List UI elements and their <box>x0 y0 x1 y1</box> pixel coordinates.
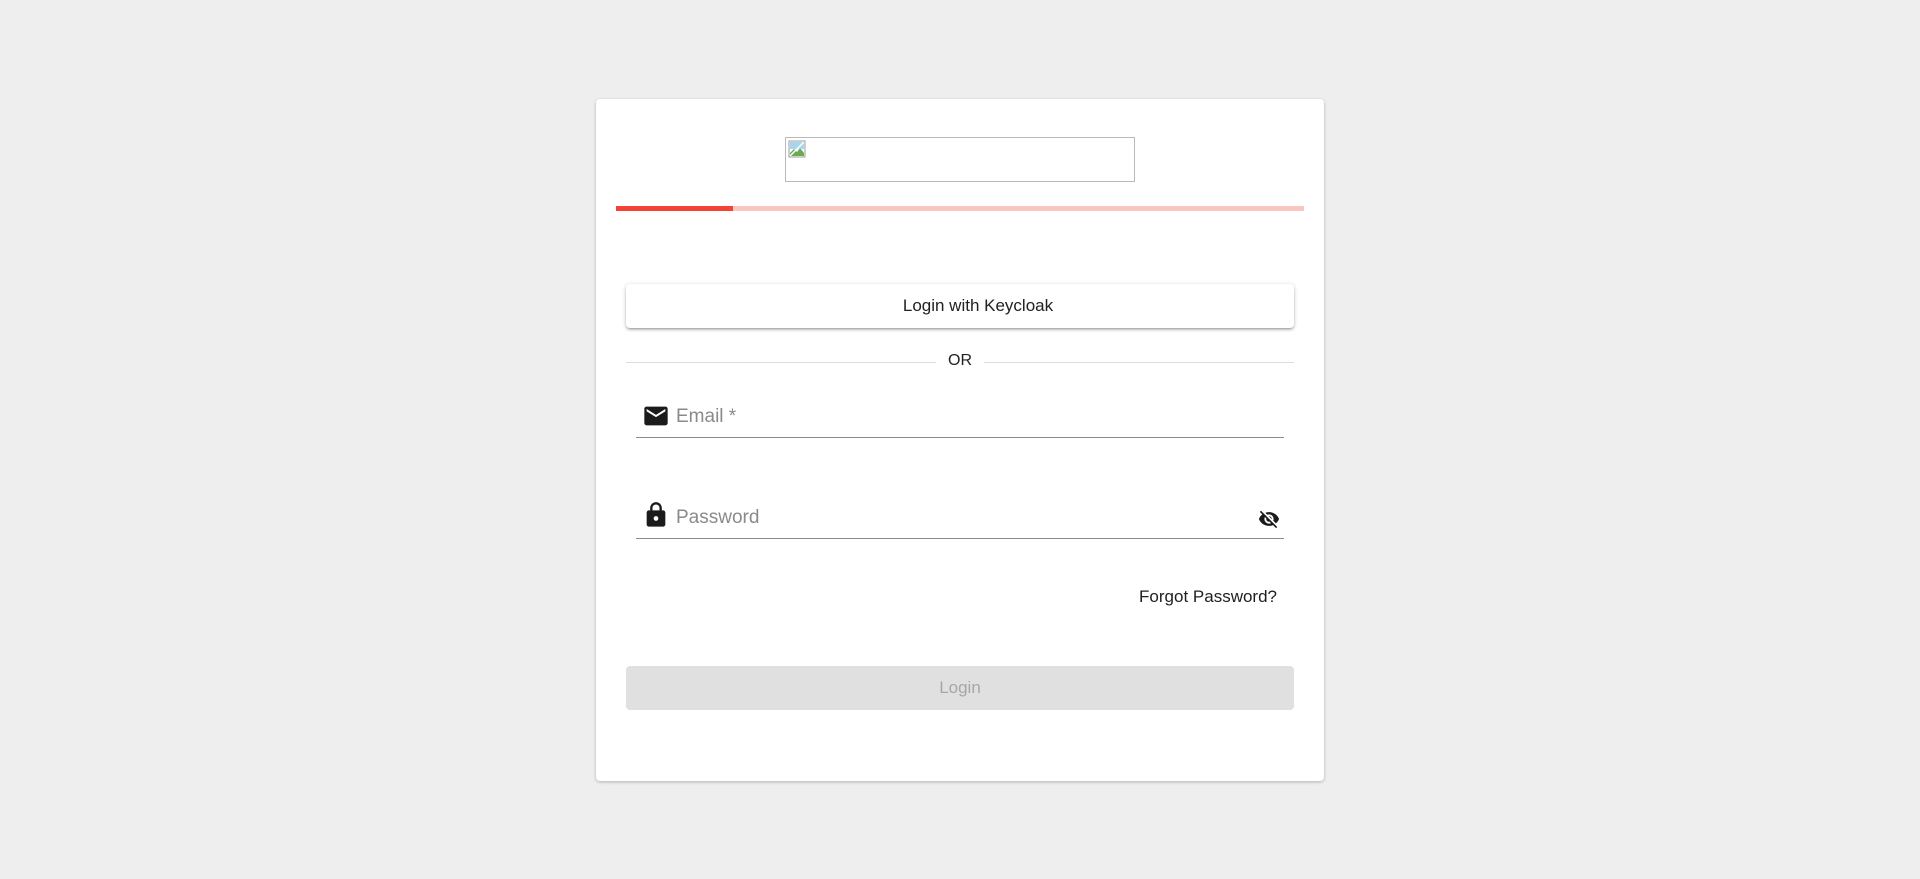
email-field <box>636 397 1284 438</box>
progress-bar <box>616 206 1304 211</box>
divider-label: OR <box>948 352 972 369</box>
progress-bar-fill <box>616 206 733 211</box>
forgot-password-link[interactable]: Forgot Password? <box>1139 587 1277 607</box>
login-with-keycloak-button[interactable]: Login with Keycloak <box>626 284 1294 328</box>
login-card: Login with Keycloak OR Forgot Password? … <box>596 99 1324 781</box>
lock-icon <box>646 502 666 527</box>
eye-off-icon[interactable] <box>1258 508 1280 530</box>
email-input[interactable] <box>676 403 1236 431</box>
login-button[interactable]: Login <box>626 666 1294 710</box>
mail-icon <box>644 406 668 426</box>
or-divider: OR <box>626 351 1294 373</box>
broken-image-icon <box>788 140 806 158</box>
divider-line-right <box>984 362 1294 363</box>
password-input[interactable] <box>676 504 1236 532</box>
logo-image <box>785 137 1135 182</box>
password-field <box>636 498 1284 539</box>
